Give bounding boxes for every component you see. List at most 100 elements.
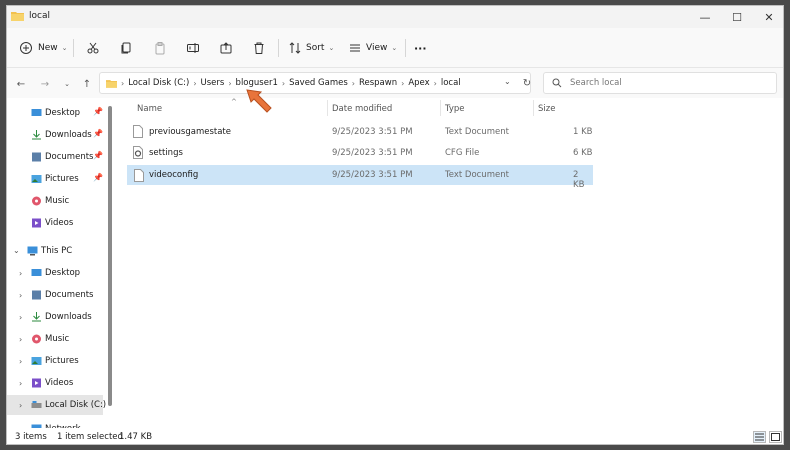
address-history-chevron-icon[interactable]: ⌄ [504,77,511,86]
navpane-scrollbar[interactable] [108,106,112,406]
nav-this-pc[interactable]: This PC [27,242,72,260]
copy-icon [121,42,131,54]
file-list: ^ Name Date modified Type Size previousg… [117,98,783,428]
sort-icon [289,42,301,54]
column-divider [440,100,441,116]
more-options-button[interactable]: ··· [414,37,427,59]
breadcrumb-apex[interactable]: Apex [408,78,429,88]
chevron-right-icon[interactable]: › [19,401,22,410]
music-icon [32,196,41,206]
text-file-icon [133,125,143,138]
pin-icon: 📌 [93,107,103,116]
chevron-right-icon: › [193,78,197,88]
search-placeholder: Search local [570,78,622,88]
download-icon [32,312,41,322]
quick-access-videos[interactable]: Videos [31,214,73,232]
minimize-button[interactable]: — [689,6,721,28]
breadcrumb-local[interactable]: local [441,78,461,88]
this-pc-downloads[interactable]: Downloads [31,308,92,326]
chevron-right-icon: › [121,78,125,88]
this-pc-videos[interactable]: Videos [31,374,73,392]
column-divider [533,100,534,116]
details-view-button[interactable] [753,431,766,443]
chevron-right-icon[interactable]: › [19,357,22,366]
column-divider [327,100,328,116]
quick-access-pictures[interactable]: Pictures [31,170,79,188]
folder-icon [11,12,24,21]
download-icon [32,130,41,140]
search-box[interactable]: Search local [543,72,777,94]
up-arrow-icon[interactable]: ↑ [79,76,95,92]
share-button[interactable] [219,37,233,59]
computer-icon [27,246,38,256]
delete-button[interactable] [252,37,266,59]
column-header-name[interactable]: Name [137,104,162,114]
this-pc-music[interactable]: Music [31,330,69,348]
nav-label: Pictures [45,174,79,184]
chevron-down-icon: ⌄ [391,44,398,52]
trash-icon [254,42,264,54]
table-row-selected[interactable]: videoconfig 9/25/2023 3:51 PM Text Docum… [127,165,593,190]
nav-label: Downloads [45,130,92,140]
maximize-button[interactable]: ☐ [721,6,753,28]
annotation-arrow-icon [246,89,272,113]
status-selection: 1 item selected [57,432,123,442]
breadcrumb-saved-games[interactable]: Saved Games [289,78,348,88]
chevron-down-icon: ⌄ [61,44,68,52]
quick-access-downloads[interactable]: Downloads [31,126,92,144]
address-box[interactable]: › Local Disk (C:) › Users › bloguser1 › … [99,72,531,94]
chevron-right-icon[interactable]: › [19,269,22,278]
file-date: 9/25/2023 3:51 PM [332,148,413,158]
chevron-right-icon[interactable]: › [19,379,22,388]
copy-button[interactable] [119,37,133,59]
recent-locations-chevron-icon[interactable]: ⌄ [59,76,75,92]
column-header-date[interactable]: Date modified [332,104,392,114]
back-arrow-icon[interactable]: ← [13,76,29,92]
close-button[interactable]: ✕ [753,6,783,28]
sort-button[interactable]: Sort ⌄ [288,37,334,59]
table-row[interactable]: settings 9/25/2023 3:51 PM CFG File 6 KB [127,143,593,163]
pictures-icon [31,175,42,183]
chevron-down-icon[interactable]: ⌄ [13,246,20,255]
breadcrumb-bloguser1[interactable]: bloguser1 [236,78,278,88]
breadcrumb-local-disk[interactable]: Local Disk (C:) [128,78,189,88]
nav-label: Videos [45,218,74,228]
file-size: 6 KB [573,148,593,158]
address-bar-row: ← → ⌄ ↑ › Local Disk (C:) › Users › blog… [7,68,783,98]
thumbnail-view-button[interactable] [769,431,782,443]
new-button[interactable]: New ⌄ [19,37,68,59]
view-list-icon [350,44,360,52]
search-icon [552,78,562,88]
quick-access-documents[interactable]: Documents [31,148,93,166]
this-pc-local-disk[interactable]: Local Disk (C:) [31,396,106,414]
column-header-type[interactable]: Type [445,104,465,114]
breadcrumb-respawn[interactable]: Respawn [359,78,397,88]
column-header-size[interactable]: Size [538,104,555,114]
plus-circle-icon [20,42,32,54]
videos-icon [32,378,41,388]
refresh-icon[interactable]: ↻ [519,75,535,91]
title-bar[interactable]: local — ☐ ✕ [7,6,783,28]
quick-access-music[interactable]: Music [31,192,69,210]
forward-arrow-icon[interactable]: → [37,76,53,92]
music-icon [32,334,41,344]
this-pc-documents[interactable]: Documents [31,286,93,304]
quick-access-desktop[interactable]: Desktop [31,104,80,122]
paste-button[interactable] [153,37,167,59]
cut-button[interactable] [86,37,100,59]
rename-button[interactable] [186,37,200,59]
this-pc-desktop[interactable]: Desktop [31,264,80,282]
breadcrumb-users[interactable]: Users [201,78,225,88]
chevron-right-icon[interactable]: › [19,291,22,300]
new-label: New [38,43,58,53]
chevron-right-icon[interactable]: › [19,313,22,322]
paste-icon [155,42,165,55]
table-row[interactable]: previousgamestate 9/25/2023 3:51 PM Text… [127,122,593,142]
view-button[interactable]: View ⌄ [348,37,397,59]
cfg-file-icon [133,146,143,159]
this-pc-pictures[interactable]: Pictures [31,352,79,370]
chevron-right-icon: › [351,78,355,88]
chevron-right-icon[interactable]: › [19,335,22,344]
videos-icon [32,218,41,228]
nav-label: This PC [41,246,73,256]
